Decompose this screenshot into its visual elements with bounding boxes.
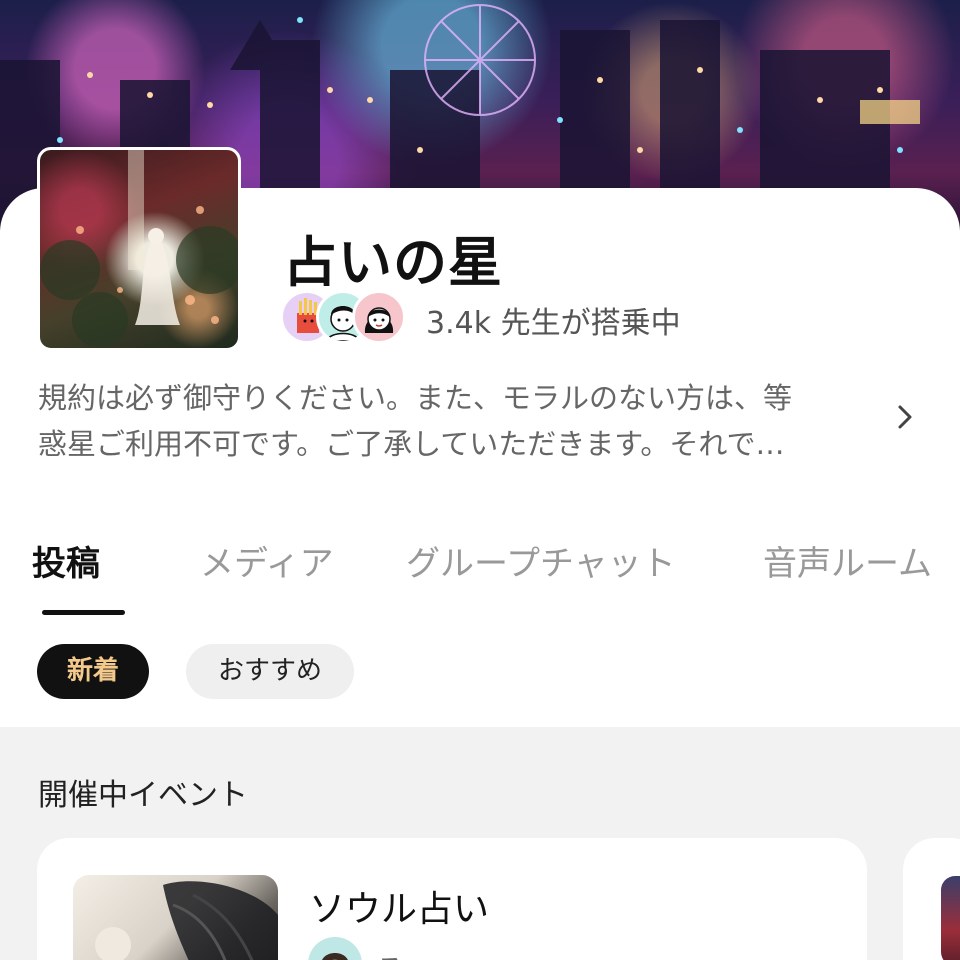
tab-media[interactable]: メディア (200, 536, 334, 585)
chevron-right-icon[interactable] (893, 402, 917, 432)
event-card[interactable] (903, 838, 960, 960)
member-avatar (352, 290, 406, 344)
content-tabs: 投稿 メディア グループチャット 音声ルーム (0, 530, 960, 590)
tab-group-chat[interactable]: グループチャット (406, 536, 676, 585)
tab-posts[interactable]: 投稿 (32, 536, 100, 585)
community-title: 占いの星 (283, 231, 503, 294)
event-thumbnail (941, 876, 960, 960)
description-line: 規約は必ず御守りください。また、モラルのない方は、等 (38, 381, 793, 415)
description-line: 惑星ご利用不可です。ご了承していただきます。それで… (38, 427, 785, 461)
chevron-right-glyph (898, 405, 912, 429)
girl-avatar-icon (364, 307, 394, 333)
filter-chip-recommended[interactable]: おすすめ (186, 644, 354, 699)
members-count-text: 3.4k 先生が搭乗中 (426, 306, 681, 341)
filter-chip-new[interactable]: 新着 (37, 644, 149, 699)
host-name: る… (375, 946, 435, 960)
avatar-art (40, 150, 238, 348)
community-description[interactable]: 規約は必ず御守りください。また、モラルのない方は、等 惑星ご利用不可です。ご了承… (38, 375, 873, 467)
event-thumbnail (73, 875, 278, 960)
event-card-title: ソウル占い (309, 889, 490, 930)
event-thumbnail-art (95, 881, 278, 960)
events-section-title: 開催中イベント (38, 778, 248, 813)
active-tab-indicator (42, 610, 125, 615)
community-avatar[interactable] (37, 147, 241, 351)
tab-voice-room[interactable]: 音声ルーム (763, 536, 932, 585)
